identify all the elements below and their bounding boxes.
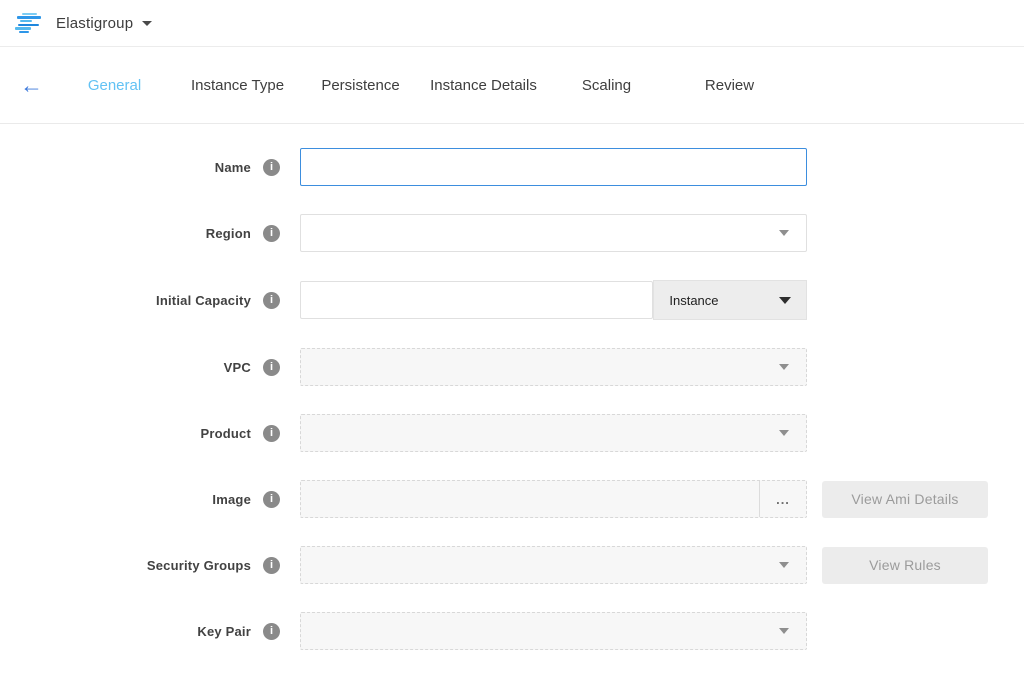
tab-instance-details[interactable]: Instance Details [422,77,545,94]
tab-review[interactable]: Review [668,77,791,94]
form-row-image: Image i ... View Ami Details [0,480,1024,518]
region-select[interactable] [300,214,807,252]
browse-ellipsis-button[interactable]: ... [759,481,806,517]
view-ami-details-button[interactable]: View Ami Details [822,481,988,518]
form-row-vpc: VPC i [0,348,1024,386]
name-input[interactable] [300,148,807,186]
dropdown-caret-icon [779,628,789,634]
product-label: Product [200,426,251,441]
form-row-region: Region i [0,214,1024,252]
form-row-security-groups: Security Groups i View Rules [0,546,1024,584]
image-field[interactable]: ... [300,480,807,518]
tab-general[interactable]: General [53,77,176,94]
app-title: Elastigroup [56,15,133,32]
general-settings-form: Name i Region i Initial Capacity i Insta… [0,124,1024,650]
vpc-select[interactable] [300,348,807,386]
info-icon[interactable]: i [263,623,280,640]
info-icon[interactable]: i [263,159,280,176]
dropdown-caret-icon [779,297,791,304]
region-label: Region [206,226,251,241]
form-row-product: Product i [0,414,1024,452]
form-row-name: Name i [0,148,1024,186]
wizard-tabs: General Instance Type Persistence Instan… [53,77,791,94]
image-value [301,481,759,517]
tab-scaling[interactable]: Scaling [545,77,668,94]
info-icon[interactable]: i [263,491,280,508]
key-pair-select[interactable] [300,612,807,650]
back-arrow-icon[interactable]: ← [20,74,46,97]
name-label: Name [215,160,251,175]
dropdown-caret-icon [779,364,789,370]
capacity-unit-value: Instance [669,293,718,308]
view-rules-button[interactable]: View Rules [822,547,988,584]
security-groups-label: Security Groups [147,558,251,573]
chevron-down-icon [142,21,152,26]
image-label: Image [212,492,251,507]
product-switcher-dropdown[interactable]: Elastigroup [15,13,152,34]
app-header: Elastigroup [0,0,1024,47]
product-select[interactable] [300,414,807,452]
form-row-key-pair: Key Pair i [0,612,1024,650]
info-icon[interactable]: i [263,557,280,574]
initial-capacity-label: Initial Capacity [156,293,251,308]
info-icon[interactable]: i [263,359,280,376]
dropdown-caret-icon [779,230,789,236]
vpc-label: VPC [224,360,251,375]
elastigroup-logo-icon [15,13,43,34]
capacity-unit-select[interactable]: Instance [653,280,807,320]
dropdown-caret-icon [779,430,789,436]
info-icon[interactable]: i [263,425,280,442]
info-icon[interactable]: i [263,225,280,242]
form-row-initial-capacity: Initial Capacity i Instance [0,280,1024,320]
initial-capacity-input[interactable] [300,281,653,319]
info-icon[interactable]: i [263,292,280,309]
tab-persistence[interactable]: Persistence [299,77,422,94]
security-groups-select[interactable] [300,546,807,584]
tab-instance-type[interactable]: Instance Type [176,77,299,94]
wizard-tabbar: ← General Instance Type Persistence Inst… [0,47,1024,124]
key-pair-label: Key Pair [197,624,251,639]
dropdown-caret-icon [779,562,789,568]
